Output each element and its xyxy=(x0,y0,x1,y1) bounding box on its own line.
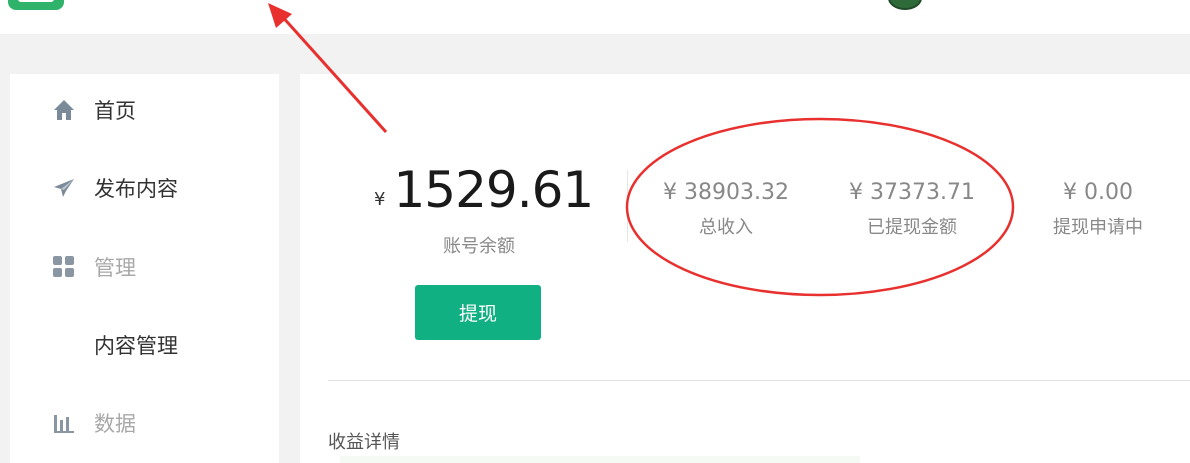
sidebar: 首页 发布内容 管理 内容管理 数据 xyxy=(10,74,279,463)
main-panel xyxy=(300,74,1190,463)
stat-label: 总收入 xyxy=(699,217,753,238)
sidebar-item-label: 数据 xyxy=(94,412,136,436)
stat-label: 提现申请中 xyxy=(1053,217,1143,238)
sidebar-item-label: 首页 xyxy=(94,99,136,123)
grid-icon xyxy=(52,255,76,279)
page: 首页 发布内容 管理 内容管理 数据 ¥ 1529.61 账号余额 提现 ¥ 3… xyxy=(0,0,1190,463)
top-header xyxy=(0,0,1190,34)
sidebar-item-home[interactable]: 首页 xyxy=(10,85,279,135)
currency-symbol: ¥ xyxy=(374,189,386,210)
sidebar-item-publish[interactable]: 发布内容 xyxy=(10,163,279,213)
sidebar-item-label: 发布内容 xyxy=(94,177,178,201)
stat-withdrawn: ¥ 37373.71 已提现金额 xyxy=(832,180,992,239)
account-balance: ¥ 1529.61 xyxy=(374,160,594,220)
avatar[interactable] xyxy=(888,0,922,10)
stat-pending-withdrawal: ¥ 0.00 提现申请中 xyxy=(1018,180,1178,239)
sidebar-item-content-manage[interactable]: 内容管理 xyxy=(10,320,279,370)
home-icon xyxy=(52,98,76,122)
stat-label: 已提现金额 xyxy=(867,217,957,238)
stat-value: ¥ 0.00 xyxy=(1063,180,1133,205)
divider xyxy=(627,170,628,242)
sidebar-item-label: 内容管理 xyxy=(94,334,178,358)
withdraw-button[interactable]: 提现 xyxy=(415,285,541,340)
bar-chart-icon xyxy=(52,411,76,435)
sidebar-item-manage[interactable]: 管理 xyxy=(10,242,279,292)
sidebar-item-label: 管理 xyxy=(94,256,136,280)
send-icon xyxy=(52,176,76,200)
sidebar-item-data[interactable]: 数据 xyxy=(10,398,279,448)
divider xyxy=(328,380,1190,381)
stat-total-income: ¥ 38903.32 总收入 xyxy=(646,180,806,239)
earnings-detail-area xyxy=(340,456,860,463)
balance-value: 1529.61 xyxy=(393,161,594,219)
stat-value: ¥ 38903.32 xyxy=(663,180,789,205)
section-title: 收益详情 xyxy=(328,432,400,453)
app-logo[interactable] xyxy=(8,0,64,10)
balance-label: 账号余额 xyxy=(443,236,515,257)
stat-value: ¥ 37373.71 xyxy=(849,180,975,205)
